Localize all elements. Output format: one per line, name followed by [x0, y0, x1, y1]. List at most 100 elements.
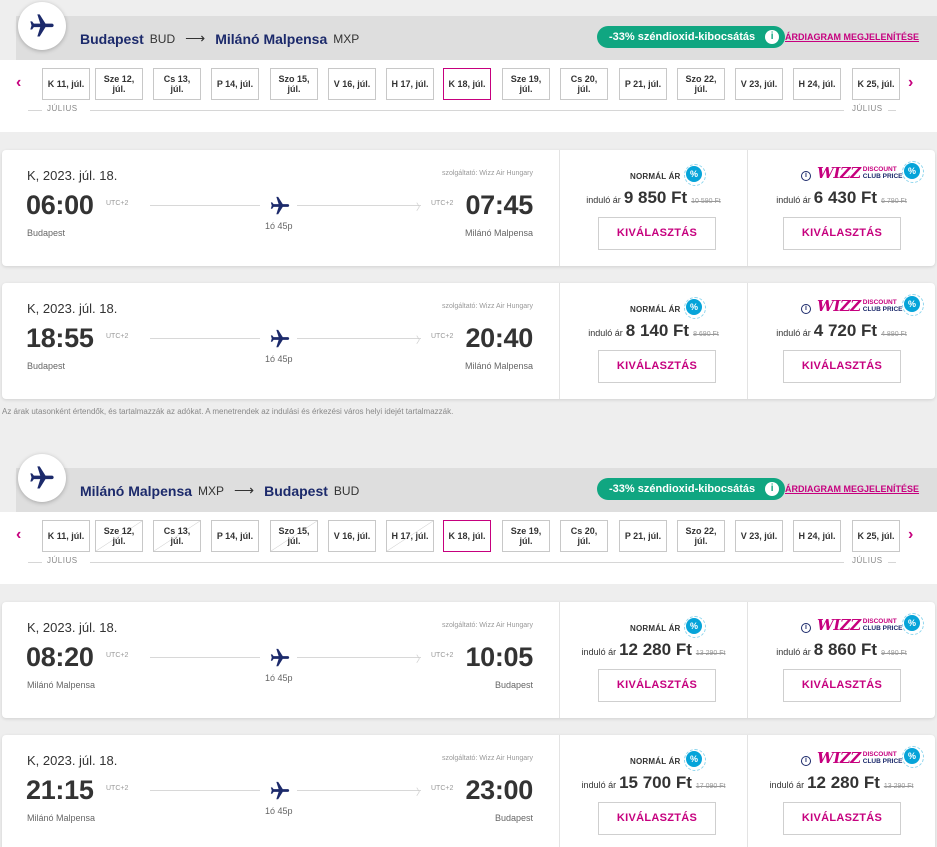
arrival-time: 23:00 [465, 775, 533, 805]
select-club-fare-button[interactable]: KIVÁLASZTÁS [783, 350, 901, 383]
date-chip[interactable]: V 23, júl. [735, 68, 783, 100]
date-chip[interactable]: K 25, júl. [852, 520, 900, 552]
club-fare-column: i WIZZ DISCOUNT CLUB PRICE % induló ár 4 7… [747, 283, 935, 399]
date-chip[interactable]: V 16, júl. [328, 68, 376, 100]
date-chip[interactable]: K 11, júl. [42, 520, 90, 552]
date-chip-label: Cs 20, júl. [570, 526, 598, 546]
date-chip[interactable]: K 25, júl. [852, 68, 900, 100]
flight-card: K, 2023. júl. 18. szolgáltató: Wizz Air … [2, 602, 935, 718]
flight-card: K, 2023. júl. 18. szolgáltató: Wizz Air … [2, 283, 935, 399]
info-icon[interactable]: i [765, 482, 780, 496]
select-club-fare-button[interactable]: KIVÁLASZTÁS [783, 802, 901, 835]
chevron-right-icon[interactable]: › [908, 526, 913, 544]
date-chip-label: H 17, júl. [391, 531, 429, 541]
date-chip[interactable]: Cs 20, júl. [560, 68, 608, 100]
club-fare-column: i WIZZ DISCOUNT CLUB PRICE % induló ár 12 … [747, 735, 935, 847]
show-price-chart-link[interactable]: ÁRDIAGRAM MEGJELENÍTÉSE [785, 32, 919, 42]
date-chip[interactable]: Szo 15, júl. [270, 68, 318, 100]
date-chip-label: V 23, júl. [740, 79, 778, 89]
club-price: 8 860 Ft [813, 640, 878, 659]
from-label: induló ár [769, 780, 805, 790]
date-chip-label: K 11, júl. [47, 79, 85, 89]
select-normal-fare-button[interactable]: KIVÁLASZTÁS [598, 217, 716, 250]
select-normal-fare-button[interactable]: KIVÁLASZTÁS [598, 802, 716, 835]
normal-old-price: 13 290 Ft [695, 650, 726, 657]
info-icon[interactable]: i [801, 171, 811, 181]
info-icon[interactable]: i [801, 623, 811, 633]
date-chip[interactable]: H 17, júl. [386, 68, 434, 100]
route-header: Milánó Malpensa MXP ⟶ Budapest BUD -33% … [16, 454, 937, 512]
chevron-right-icon[interactable]: › [908, 74, 913, 92]
arrival-city: Milánó Malpensa [464, 228, 533, 238]
co2-badge-label: -33% széndioxid-kibocsátás [609, 483, 756, 495]
info-icon[interactable]: i [765, 30, 780, 44]
club-old-price: 4 890 Ft [881, 331, 907, 338]
date-chip[interactable]: Cs 13, júl. [153, 68, 201, 100]
date-chip[interactable]: Sze 19, júl. [502, 520, 550, 552]
chevron-left-icon[interactable]: ‹ [16, 526, 21, 544]
departure-time: 06:00 [26, 190, 94, 220]
flight-track [150, 790, 260, 791]
date-chip[interactable]: K 18, júl. [443, 68, 491, 100]
date-chip[interactable]: P 21, júl. [619, 520, 667, 552]
date-chip[interactable]: H 17, júl. [386, 520, 434, 552]
percent-badge-icon: % [902, 294, 924, 316]
route-title: Budapest BUD ⟶ Milánó Malpensa MXP [80, 30, 359, 47]
date-chip[interactable]: V 16, júl. [328, 520, 376, 552]
club-price-row: induló ár 6 430 Ft 6 790 Ft [748, 188, 935, 208]
chevron-left-icon[interactable]: ‹ [16, 74, 21, 92]
flight-track [150, 338, 260, 339]
departure-city: Milánó Malpensa [27, 680, 96, 690]
date-chip[interactable]: Sze 12, júl. [95, 68, 143, 100]
flight-card: K, 2023. júl. 18. szolgáltató: Wizz Air … [2, 735, 935, 847]
date-chip[interactable]: P 14, júl. [211, 68, 259, 100]
date-chip-label: K 25, júl. [857, 531, 895, 541]
date-chip-label: K 18, júl. [448, 531, 486, 541]
flight-duration: 1ó 45p [265, 673, 293, 683]
operator-label: szolgáltató: Wizz Air Hungary [441, 755, 533, 762]
co2-badge[interactable]: -33% széndioxid-kibocsátás i [597, 478, 786, 500]
club-fare-column: i WIZZ DISCOUNT CLUB PRICE % induló ár 8 8… [747, 602, 935, 718]
route-arrow-icon: ⟶ [185, 30, 206, 46]
club-logo-wordmark: WIZZ [817, 164, 861, 182]
arrival-time: 07:45 [465, 190, 533, 220]
date-chip[interactable]: Szo 22, júl. [677, 520, 725, 552]
date-chip[interactable]: P 21, júl. [619, 68, 667, 100]
normal-fare-column: NORMÁL ÁR % induló ár 15 700 Ft 17 090 Ft … [559, 735, 747, 847]
route-section: Milánó Malpensa MXP ⟶ Budapest BUD -33% … [0, 452, 937, 847]
date-chip[interactable]: Sze 12, júl. [95, 520, 143, 552]
route-title: Milánó Malpensa MXP ⟶ Budapest BUD [80, 482, 359, 499]
date-chip[interactable]: K 18, júl. [443, 520, 491, 552]
price-disclaimer: Az árak utasonként értendők, és tartalma… [2, 407, 454, 416]
departure-city: Milánó Malpensa [27, 813, 96, 823]
date-chip[interactable]: V 23, júl. [735, 520, 783, 552]
show-price-chart-link[interactable]: ÁRDIAGRAM MEGJELENÍTÉSE [785, 484, 919, 494]
date-chip[interactable]: H 24, júl. [793, 520, 841, 552]
select-club-fare-button[interactable]: KIVÁLASZTÁS [783, 217, 901, 250]
wizz-discount-club-logo: WIZZ DISCOUNT CLUB PRICE [817, 164, 903, 182]
date-chip[interactable]: Sze 19, júl. [502, 68, 550, 100]
date-chip[interactable]: K 11, júl. [42, 68, 90, 100]
destination-city: Milánó Malpensa [215, 30, 328, 47]
percent-badge-icon: % [684, 164, 706, 186]
arrival-utc: UTC+2 [431, 333, 454, 340]
flight-track [150, 657, 260, 658]
club-old-price: 6 790 Ft [881, 198, 907, 205]
date-chip[interactable]: Cs 13, júl. [153, 520, 201, 552]
co2-badge[interactable]: -33% széndioxid-kibocsátás i [597, 26, 786, 48]
date-chip[interactable]: Cs 20, júl. [560, 520, 608, 552]
date-chip[interactable]: P 14, júl. [211, 520, 259, 552]
info-icon[interactable]: i [801, 304, 811, 314]
select-normal-fare-button[interactable]: KIVÁLASZTÁS [598, 669, 716, 702]
origin-city: Budapest [80, 30, 144, 47]
info-icon[interactable]: i [801, 756, 811, 766]
date-chip[interactable]: Szo 22, júl. [677, 68, 725, 100]
normal-fare-label: NORMÁL ÁR [630, 757, 681, 766]
date-chip[interactable]: Szo 15, júl. [270, 520, 318, 552]
arrival-city: Budapest [494, 813, 533, 823]
date-chip[interactable]: H 24, júl. [793, 68, 841, 100]
select-normal-fare-button[interactable]: KIVÁLASZTÁS [598, 350, 716, 383]
select-club-fare-button[interactable]: KIVÁLASZTÁS [783, 669, 901, 702]
date-chip-label: Sze 12, júl. [103, 74, 135, 94]
month-divider [90, 562, 844, 563]
